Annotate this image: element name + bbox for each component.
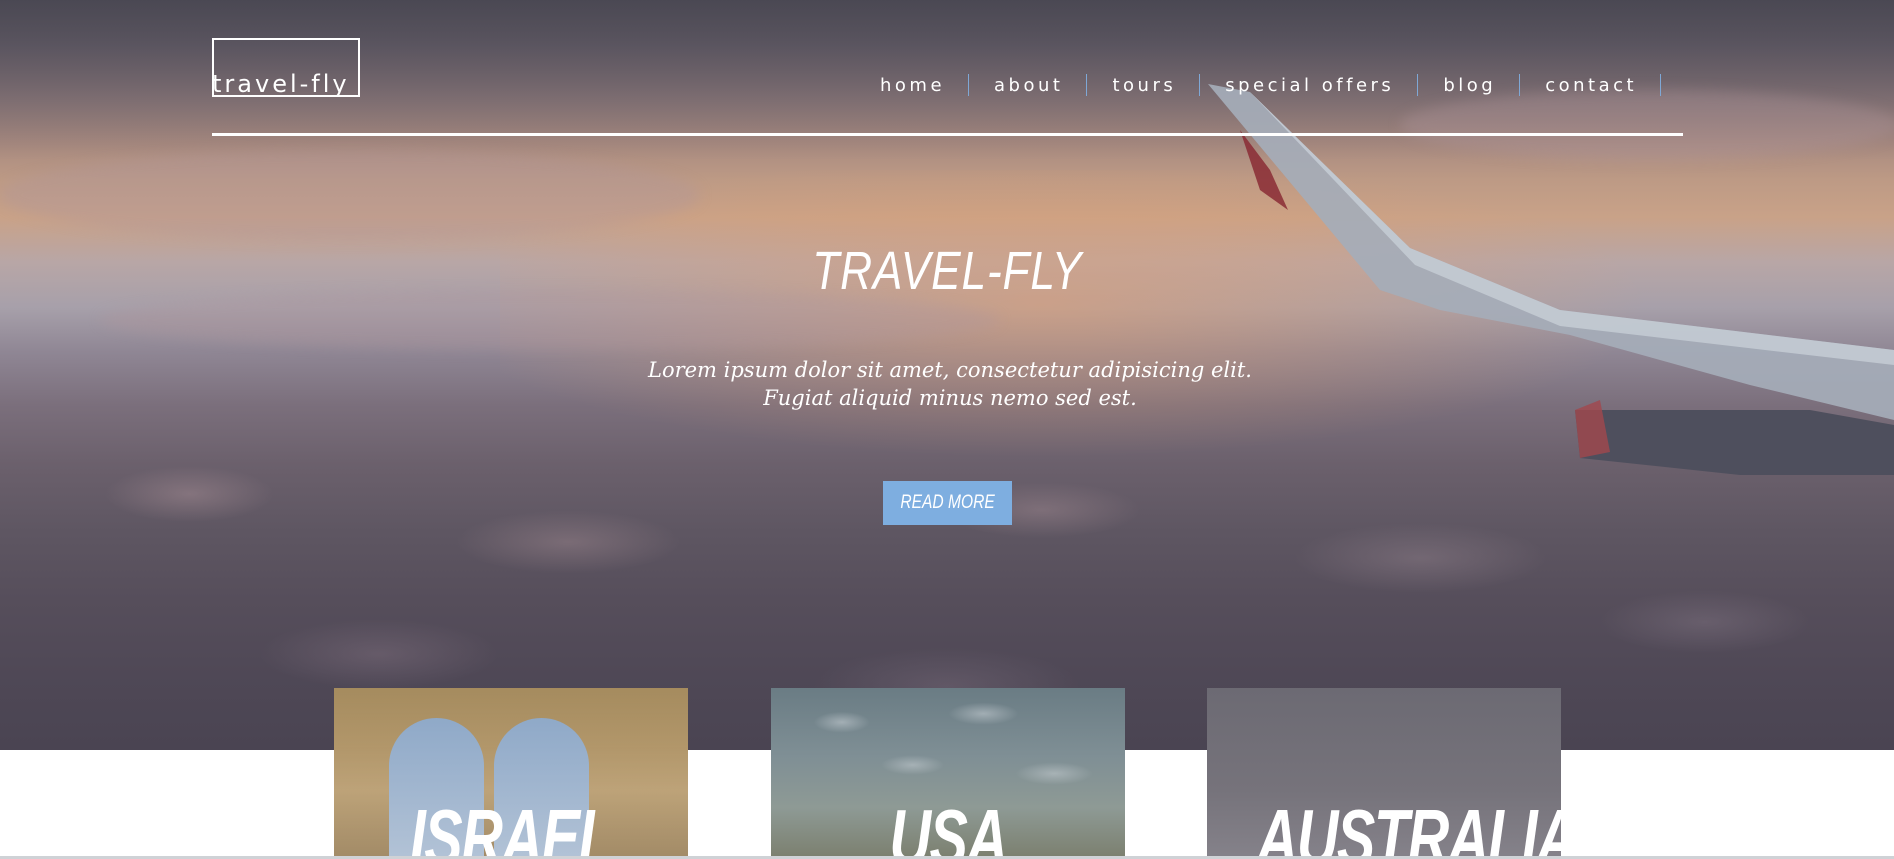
read-more-label: READ MORE xyxy=(900,492,995,513)
read-more-button[interactable]: READ MORE xyxy=(883,481,1012,525)
header-divider xyxy=(212,133,1683,136)
destination-label: USA xyxy=(889,793,1008,859)
nav-special-offers-label: special offers xyxy=(1225,74,1395,96)
destination-label: ISRAEL xyxy=(409,793,614,859)
nav-about[interactable]: about xyxy=(994,75,1063,96)
destination-card-israel[interactable]: ISRAEL xyxy=(334,688,688,859)
nav-separator xyxy=(1417,74,1419,96)
nav-contact[interactable]: contact xyxy=(1545,75,1637,96)
hero-title: TRAVEL-FLY xyxy=(812,241,1083,301)
nav-tours[interactable]: tours xyxy=(1112,75,1176,96)
nav-separator xyxy=(1519,74,1521,96)
nav-blog[interactable]: blog xyxy=(1443,75,1496,96)
nav-contact-label: contact xyxy=(1545,74,1638,96)
nav-separator xyxy=(1660,74,1662,96)
nav-blog-label: blog xyxy=(1443,74,1497,96)
destination-card-usa[interactable]: USA xyxy=(771,688,1125,859)
destination-label: AUSTRALIA xyxy=(1256,793,1561,859)
nav-home-label: home xyxy=(880,74,946,96)
nav-separator xyxy=(1086,74,1088,96)
nav-home[interactable]: home xyxy=(880,75,945,96)
nav-tours-label: tours xyxy=(1112,74,1177,96)
destination-card-australia[interactable]: AUSTRALIA xyxy=(1207,688,1561,859)
nav-separator xyxy=(1199,74,1201,96)
main-nav: home about tours special offers blog con… xyxy=(880,70,1662,100)
cloud xyxy=(0,150,700,240)
logo-text[interactable]: travel-fly xyxy=(212,70,350,98)
hero-subtitle: Lorem ipsum dolor sit amet, consectetur … xyxy=(648,358,1252,410)
nav-about-label: about xyxy=(994,74,1064,96)
nav-special-offers[interactable]: special offers xyxy=(1225,75,1394,96)
nav-separator xyxy=(968,74,970,96)
